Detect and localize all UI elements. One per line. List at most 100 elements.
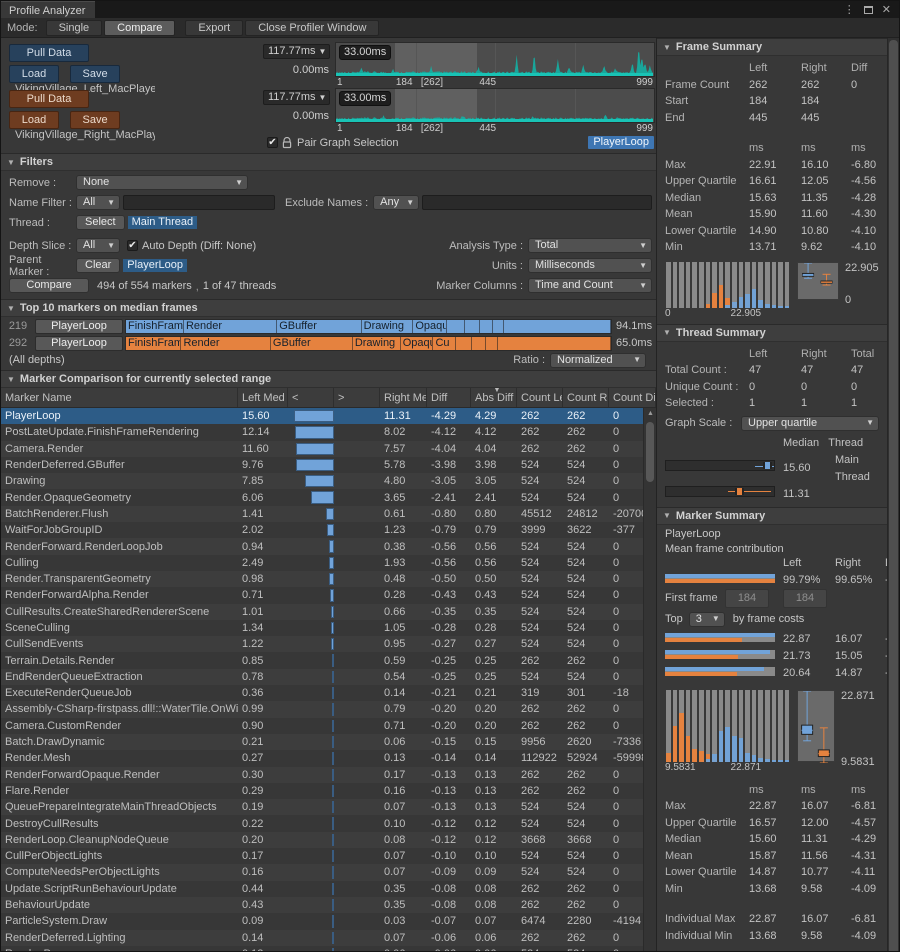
exclude-names-input[interactable] — [422, 195, 652, 210]
analysis-type-dropdown[interactable]: Total▼ — [528, 238, 652, 253]
units-dropdown[interactable]: Milliseconds▼ — [528, 258, 652, 273]
pair-graph-checkbox[interactable]: ✔ — [267, 137, 278, 148]
marker-columns-dropdown[interactable]: Time and Count▼ — [528, 278, 652, 293]
median-handle[interactable] — [763, 462, 772, 469]
pull-data-right-button[interactable]: Pull Data — [9, 90, 89, 108]
top10-root-button[interactable]: PlayerLoop — [35, 319, 123, 334]
table-scrollbar[interactable]: ▲ — [643, 408, 656, 952]
top10-segment[interactable] — [493, 320, 504, 333]
table-row[interactable]: RenderDeferred.GBuffer9.765.78-3.983.985… — [1, 457, 656, 473]
first-frame-left-button[interactable]: 184 — [725, 589, 769, 608]
filters-header[interactable]: ▼Filters — [1, 153, 656, 171]
name-filter-mode-dropdown[interactable]: All▼ — [76, 195, 120, 210]
column-header[interactable]: Left Med — [238, 388, 288, 407]
panel-scrollbar-thumb[interactable] — [889, 40, 898, 952]
top10-segment[interactable]: Render — [181, 337, 270, 350]
table-row[interactable]: PostLateUpdate.FinishFrameRendering12.14… — [1, 424, 656, 440]
table-row[interactable]: BehaviourUpdate0.430.35-0.080.082622620 — [1, 897, 656, 913]
thread-summary-header[interactable]: ▼Thread Summary — [657, 324, 887, 342]
table-row[interactable]: WaitForJobGroupID2.021.23-0.790.79399936… — [1, 522, 656, 538]
table-row[interactable]: Terrain.Details.Render0.850.59-0.250.252… — [1, 652, 656, 668]
top10-segment[interactable]: GBuffer — [277, 320, 361, 333]
table-row[interactable]: CullSendEvents1.220.95-0.270.275245240 — [1, 636, 656, 652]
table-row[interactable]: PlayerLoop15.6011.31-4.294.292622620 — [1, 408, 656, 424]
column-header[interactable]: Diff — [427, 388, 471, 407]
graph-scale-dropdown[interactable]: Upper quartile▼ — [741, 416, 879, 431]
table-row[interactable]: ExecuteRenderQueueJob0.360.14-0.210.2131… — [1, 685, 656, 701]
top10-segment[interactable]: Drawing — [362, 320, 414, 333]
marker-comparison-header[interactable]: ▼Marker Comparison for currently selecte… — [1, 370, 656, 388]
table-row[interactable]: Flare.Render0.290.16-0.130.132622620 — [1, 783, 656, 799]
table-row[interactable]: Render.OpaqueGeometry6.063.65-2.412.4152… — [1, 489, 656, 505]
column-header[interactable]: Count Ri — [563, 388, 609, 407]
column-header[interactable]: Abs Diff▼ — [471, 388, 517, 407]
table-row[interactable]: CullPerObjectLights0.170.07-0.100.105245… — [1, 848, 656, 864]
close-profiler-button[interactable]: Close Profiler Window — [245, 20, 379, 36]
table-row[interactable]: RenderLoop.CleanupNodeQueue0.200.08-0.12… — [1, 832, 656, 848]
export-button[interactable]: Export — [185, 20, 243, 36]
top10-segment[interactable]: FinishFrameR — [126, 337, 181, 350]
parent-clear-button[interactable]: Clear — [76, 258, 120, 273]
ratio-dropdown[interactable]: Normalized▼ — [550, 353, 646, 368]
marker-summary-header[interactable]: ▼Marker Summary — [657, 507, 887, 525]
table-row[interactable]: Drawing7.854.80-3.053.055245240 — [1, 473, 656, 489]
maximize-icon[interactable] — [864, 6, 873, 14]
exclude-mode-dropdown[interactable]: Any▼ — [373, 195, 419, 210]
save-right-button[interactable]: Save — [70, 111, 120, 129]
top10-segment[interactable]: Cu — [433, 337, 456, 350]
table-row[interactable]: QueuePrepareIntegrateMainThreadObjects0.… — [1, 799, 656, 815]
top10-segment[interactable] — [480, 320, 493, 333]
column-header[interactable]: Marker Name — [1, 388, 238, 407]
column-header[interactable]: Count Di — [609, 388, 656, 407]
top10-segment[interactable]: Opaqu — [401, 337, 434, 350]
table-row[interactable]: Camera.CustomRender0.900.71-0.200.202622… — [1, 718, 656, 734]
table-row[interactable]: Update.ScriptRunBehaviourUpdate0.440.35-… — [1, 881, 656, 897]
column-header[interactable]: < — [288, 388, 334, 407]
top10-marker-bar[interactable]: FinishFrameReRenderGBufferDrawingOpaqu — [125, 319, 612, 334]
mode-single-button[interactable]: Single — [46, 20, 103, 36]
thread-select-button[interactable]: Select — [76, 215, 125, 230]
left-frame-graph[interactable]: 33.00ms — [335, 42, 655, 77]
load-left-button[interactable]: Load — [9, 65, 59, 83]
table-row[interactable]: Batch.DrawDynamic0.210.06-0.150.15995626… — [1, 734, 656, 750]
mode-compare-button[interactable]: Compare — [104, 20, 175, 36]
table-row[interactable]: RenderDeferred.Lighting0.140.07-0.060.06… — [1, 930, 656, 946]
right-scale-dropdown[interactable]: 117.77ms▼ — [263, 90, 330, 105]
pull-data-left-button[interactable]: Pull Data — [9, 44, 89, 62]
table-row[interactable]: Render.TransparentGeometry0.980.48-0.500… — [1, 571, 656, 587]
right-frame-graph[interactable]: 33.00ms — [335, 88, 655, 123]
frame-summary-header[interactable]: ▼Frame Summary — [657, 38, 887, 56]
table-row[interactable]: RenderForwardOpaque.Render0.300.17-0.130… — [1, 767, 656, 783]
table-scrollbar-thumb[interactable] — [646, 422, 654, 482]
tab-profile-analyzer[interactable]: Profile Analyzer — [1, 1, 95, 18]
top10-marker-bar[interactable]: FinishFrameRRenderGBufferDrawingOpaquCu — [125, 336, 612, 351]
top10-segment[interactable] — [456, 337, 472, 350]
table-row[interactable]: Culling2.491.93-0.560.565245240 — [1, 555, 656, 571]
top10-segment[interactable]: Drawing — [353, 337, 401, 350]
table-row[interactable]: ComputeNeedsPerObjectLights0.160.07-0.09… — [1, 864, 656, 880]
table-row[interactable]: BatchRenderer.Flush1.410.61-0.800.804551… — [1, 506, 656, 522]
top-n-dropdown[interactable]: 3▼ — [689, 612, 725, 627]
top10-segment[interactable] — [486, 337, 497, 350]
top10-segment[interactable]: GBuffer — [271, 337, 353, 350]
table-row[interactable]: RenderForward.RenderLoopJob0.940.38-0.56… — [1, 538, 656, 554]
top10-header[interactable]: ▼Top 10 markers on median frames — [1, 299, 656, 317]
compare-button[interactable]: Compare — [9, 278, 89, 293]
thread-range-bar[interactable] — [665, 486, 775, 497]
table-row[interactable]: SceneCulling1.341.05-0.280.285245240 — [1, 620, 656, 636]
kebab-menu-icon[interactable]: ⋮ — [844, 3, 855, 16]
top10-segment[interactable] — [504, 320, 611, 333]
top10-segment[interactable]: Render — [184, 320, 277, 333]
table-row[interactable]: Render.Mesh0.270.13-0.140.1411292252924-… — [1, 750, 656, 766]
top10-segment[interactable]: FinishFrameRe — [126, 320, 184, 333]
top10-segment[interactable] — [472, 337, 486, 350]
marker-summary-histogram[interactable] — [665, 690, 791, 762]
load-right-button[interactable]: Load — [9, 111, 59, 129]
table-row[interactable]: Camera.Render11.607.57-4.044.042622620 — [1, 441, 656, 457]
name-filter-input[interactable] — [123, 195, 275, 210]
column-header[interactable]: > — [334, 388, 380, 407]
frame-summary-histogram[interactable] — [665, 262, 791, 308]
save-left-button[interactable]: Save — [70, 65, 120, 83]
thread-range-bar[interactable] — [665, 460, 775, 471]
remove-dropdown[interactable]: None▼ — [76, 175, 248, 190]
